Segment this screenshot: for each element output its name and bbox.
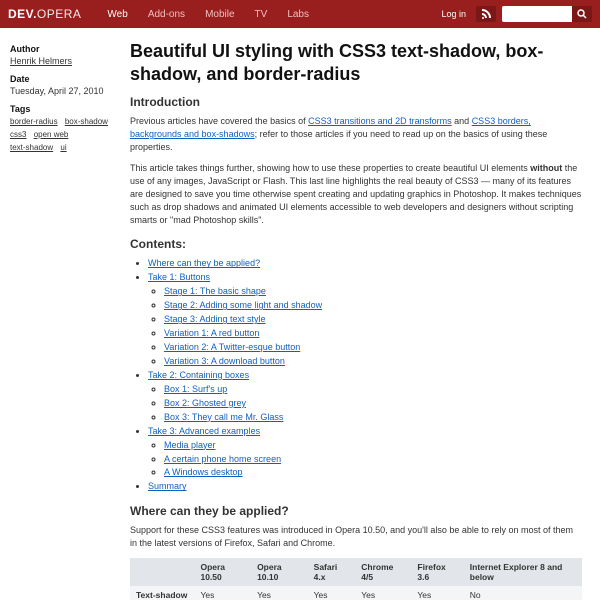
nav-mobile[interactable]: Mobile <box>195 1 244 28</box>
toc-link[interactable]: Variation 2: A Twitter-esque button <box>164 342 300 352</box>
intro-paragraph-2: This article takes things further, showi… <box>130 162 582 227</box>
login-link[interactable]: Log in <box>441 9 466 19</box>
article-body: Beautiful UI styling with CSS3 text-shad… <box>130 40 590 600</box>
publish-date: Tuesday, April 27, 2010 <box>10 86 120 96</box>
tag-link[interactable]: border-radius <box>10 116 58 129</box>
search-input[interactable] <box>502 6 572 22</box>
toc-link[interactable]: Box 1: Surf's up <box>164 384 227 394</box>
primary-nav: Web Add-ons Mobile TV Labs <box>97 1 319 28</box>
tag-list: border-radius box-shadow css3 open web t… <box>10 116 120 154</box>
nav-addons[interactable]: Add-ons <box>138 1 195 28</box>
toc-link[interactable]: Where can they be applied? <box>148 258 260 268</box>
toc-link[interactable]: Stage 1: The basic shape <box>164 286 266 296</box>
tags-label: Tags <box>10 104 120 114</box>
toc-link[interactable]: A Windows desktop <box>164 467 243 477</box>
tag-link[interactable]: open web <box>34 129 69 142</box>
brand-logo[interactable]: DEV.OPERA <box>8 7 81 21</box>
toc-link[interactable]: Variation 3: A download button <box>164 356 285 366</box>
toc-link[interactable]: Stage 3: Adding text style <box>164 314 266 324</box>
toc-link[interactable]: Take 2: Containing boxes <box>148 370 249 380</box>
toc-link[interactable]: A certain phone home screen <box>164 454 281 464</box>
toc-link[interactable]: Box 2: Ghosted grey <box>164 398 246 408</box>
where-paragraph: Support for these CSS3 features was intr… <box>130 524 582 550</box>
nav-web[interactable]: Web <box>97 1 137 28</box>
tag-link[interactable]: css3 <box>10 129 26 142</box>
toc-link[interactable]: Summary <box>148 481 187 491</box>
page-title: Beautiful UI styling with CSS3 text-shad… <box>130 40 582 85</box>
table-of-contents: Where can they be applied? Take 1: Butto… <box>148 257 582 494</box>
toc-link[interactable]: Take 1: Buttons <box>148 272 210 282</box>
nav-tv[interactable]: TV <box>245 1 278 28</box>
feed-button[interactable] <box>476 6 496 22</box>
search-form <box>502 6 592 22</box>
search-icon <box>577 9 587 19</box>
nav-labs[interactable]: Labs <box>277 1 319 28</box>
top-header: DEV.OPERA Web Add-ons Mobile TV Labs Log… <box>0 0 600 28</box>
intro-paragraph-1: Previous articles have covered the basic… <box>130 115 582 154</box>
table-header-row: Opera 10.50 Opera 10.10 Safari 4.x Chrom… <box>130 558 582 586</box>
section-where-applied: Where can they be applied? <box>130 504 582 518</box>
author-link[interactable]: Henrik Helmers <box>10 56 120 66</box>
tag-link[interactable]: ui <box>60 142 66 155</box>
support-table: Opera 10.50 Opera 10.10 Safari 4.x Chrom… <box>130 558 582 600</box>
search-button[interactable] <box>572 6 592 22</box>
toc-link[interactable]: Stage 2: Adding some light and shadow <box>164 300 322 310</box>
toc-link[interactable]: Take 3: Advanced examples <box>148 426 260 436</box>
tag-link[interactable]: text-shadow <box>10 142 53 155</box>
table-row: Text-shadow Yes Yes Yes Yes Yes No <box>130 586 582 600</box>
toc-link[interactable]: Box 3: They call me Mr. Glass <box>164 412 283 422</box>
section-contents: Contents: <box>130 237 582 251</box>
toc-link[interactable]: Media player <box>164 440 216 450</box>
author-label: Author <box>10 44 120 54</box>
link-transitions[interactable]: CSS3 transitions and 2D transforms <box>308 116 452 126</box>
feed-icon <box>481 9 491 19</box>
article-meta-sidebar: Author Henrik Helmers Date Tuesday, Apri… <box>10 40 130 600</box>
tag-link[interactable]: box-shadow <box>65 116 108 129</box>
date-label: Date <box>10 74 120 84</box>
section-introduction: Introduction <box>130 95 582 109</box>
toc-link[interactable]: Variation 1: A red button <box>164 328 259 338</box>
